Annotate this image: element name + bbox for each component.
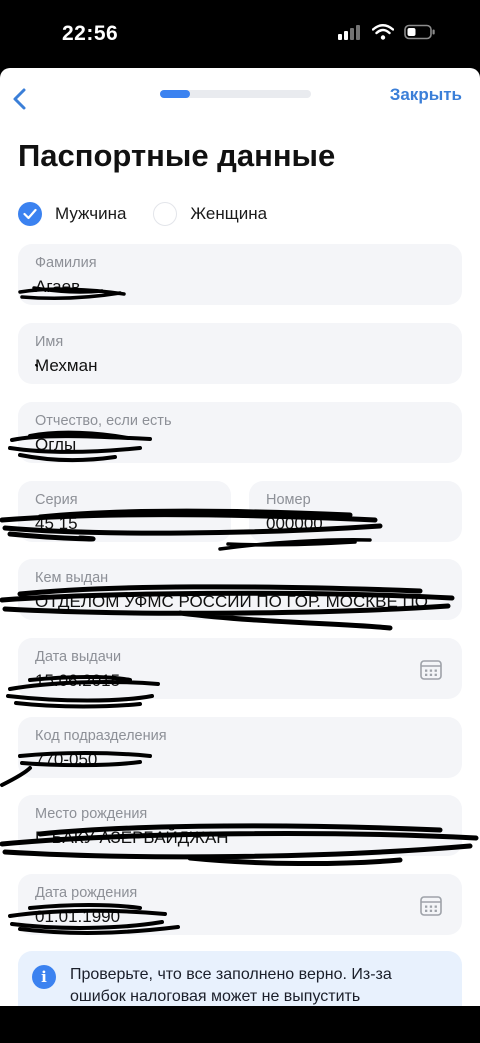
issue-date-field[interactable]: Дата выдачи 15.06.2015 <box>18 638 462 699</box>
passport-form-screen: Закрыть Паспортные данные Мужчина Женщин… <box>0 68 480 1006</box>
field-label: Имя <box>35 334 64 350</box>
field-label: Кем выдан <box>35 570 109 586</box>
birth-date-field[interactable]: Дата рождения 01.01.1990 <box>18 874 462 935</box>
back-button[interactable] <box>8 76 38 112</box>
issued-by-field[interactable]: Кем выдан ОТДЕЛОМ УФМС РОССИИ ПО ГОР. МО… <box>18 559 462 620</box>
series-field[interactable]: Серия 45 15 <box>18 481 231 542</box>
close-button[interactable]: Закрыть <box>390 85 462 105</box>
gender-selector: Мужчина Женщина <box>18 201 267 227</box>
birth-place-value: Г. БАКУ АЗЕРБАЙДЖАН <box>35 828 229 847</box>
number-field[interactable]: Номер 000000 <box>249 481 462 542</box>
progress-fill <box>160 90 191 98</box>
status-time: 22:56 <box>62 22 119 45</box>
gender-option-female[interactable]: Женщина <box>153 202 267 226</box>
gender-option-male[interactable]: Мужчина <box>18 202 126 226</box>
birth-place-field[interactable]: Место рождения Г. БАКУ АЗЕРБАЙДЖАН <box>18 795 462 856</box>
chevron-left-icon <box>13 88 26 110</box>
division-code-field[interactable]: Код подразделения 770-050 <box>18 717 462 778</box>
division-code-value: 770-050 <box>35 750 98 769</box>
issued-by-value: ОТДЕЛОМ УФМС РОССИИ ПО ГОР. МОСКВЕ ПО <box>35 592 429 611</box>
name-field[interactable]: Имя Мехман <box>18 323 462 384</box>
radio-unchecked[interactable] <box>153 202 178 226</box>
signal-icon <box>338 25 360 40</box>
calendar-icon[interactable] <box>420 660 442 680</box>
progress-bar <box>160 90 311 98</box>
field-label: Фамилия <box>35 255 97 271</box>
nav-bar: Закрыть <box>0 68 480 120</box>
field-label: Код подразделения <box>35 728 167 744</box>
surname-field[interactable]: Фамилия Агаев <box>18 244 462 305</box>
patronymic-field[interactable]: Отчество, если есть Оглы <box>18 402 462 463</box>
birth-date-value: 01.01.1990 <box>35 907 121 926</box>
number-value: 000000 <box>266 514 323 533</box>
series-value: 45 15 <box>35 514 78 533</box>
field-label: Серия <box>35 492 78 508</box>
field-label: Дата выдачи <box>35 649 122 665</box>
wifi-icon <box>372 24 394 40</box>
field-label: Номер <box>266 492 311 508</box>
status-bar: 22:56 <box>0 0 480 68</box>
issue-date-value: 15.06.2015 <box>35 671 121 690</box>
gender-label-male: Мужчина <box>55 204 127 223</box>
surname-value: Агаев <box>35 277 81 296</box>
radio-checked[interactable] <box>18 202 42 226</box>
field-label: Дата рождения <box>35 885 138 901</box>
page-title: Паспортные данные <box>18 138 336 173</box>
calendar-icon[interactable] <box>420 896 442 916</box>
gender-label-female: Женщина <box>190 204 268 223</box>
field-label: Отчество, если есть <box>35 413 172 429</box>
bottom-bar <box>0 1006 480 1043</box>
info-text: Проверьте, что все заполнено верно. Из-з… <box>70 966 392 1005</box>
checkmark-icon <box>23 208 37 220</box>
status-icons <box>338 24 436 40</box>
battery-icon <box>404 24 435 40</box>
field-label: Место рождения <box>35 806 148 822</box>
info-banner: i Проверьте, что все заполнено верно. Из… <box>18 951 462 1006</box>
patronymic-value: Оглы <box>35 435 77 454</box>
info-icon: i <box>32 965 56 989</box>
name-value: Мехман <box>35 356 98 375</box>
